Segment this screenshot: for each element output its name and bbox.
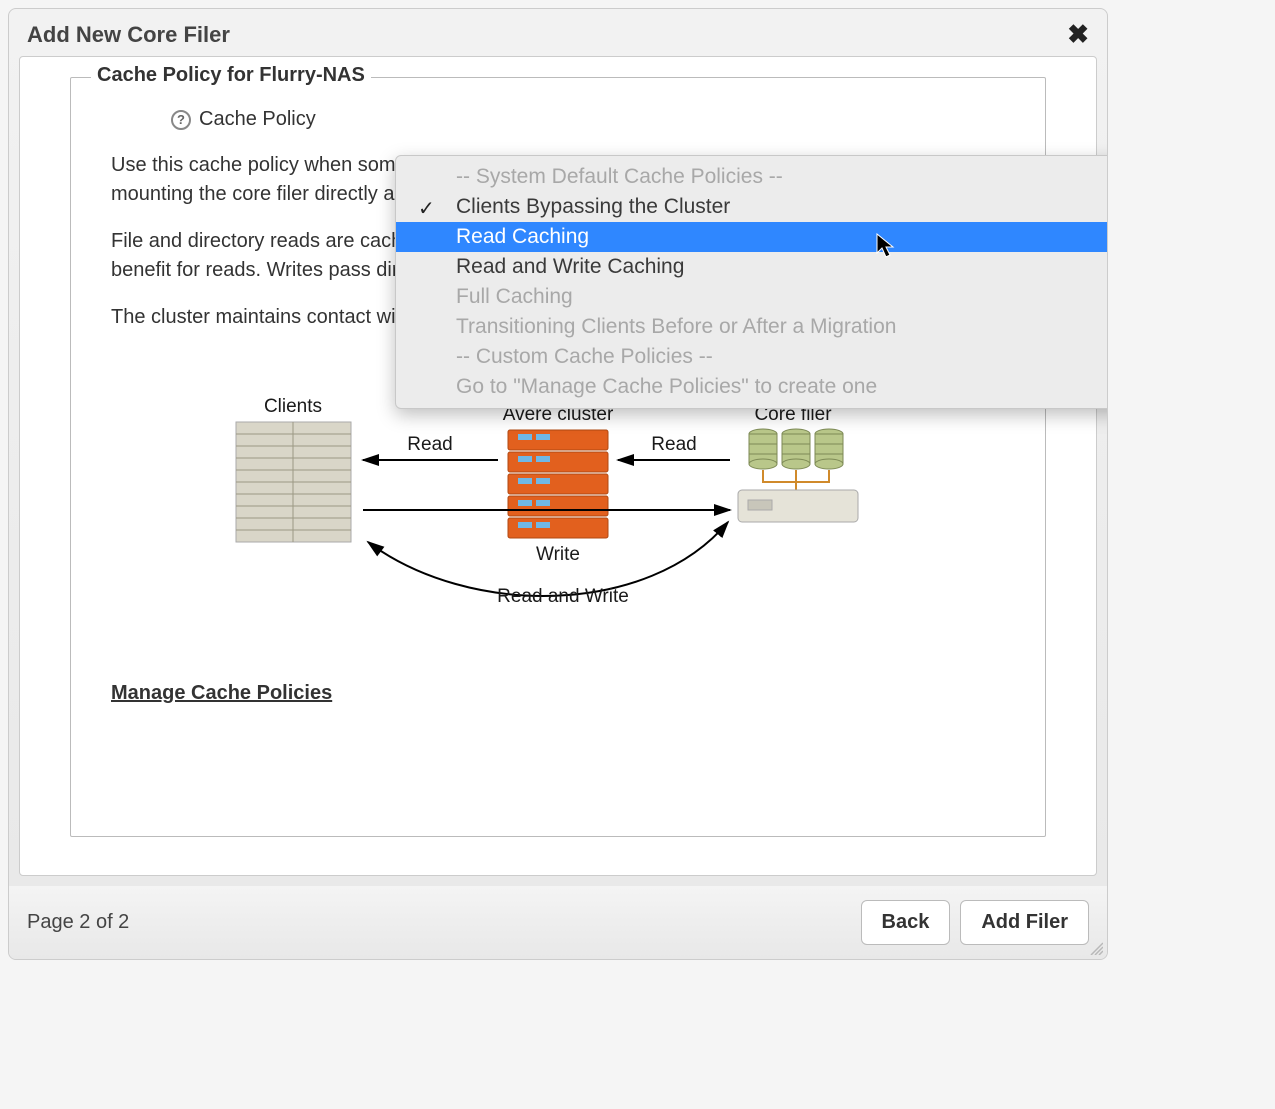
resize-grip-icon[interactable] xyxy=(1087,939,1103,955)
check-icon: ✓ xyxy=(418,196,435,221)
modal-footer: Page 2 of 2 Back Add Filer xyxy=(9,886,1107,959)
dropdown-option-full-caching: Full Caching xyxy=(396,282,1108,312)
dropdown-option-read-write-caching[interactable]: Read and Write Caching xyxy=(396,252,1108,282)
dropdown-header-custom: -- Custom Cache Policies -- xyxy=(396,342,1108,372)
dropdown-option-bypass[interactable]: ✓ Clients Bypassing the Cluster xyxy=(396,192,1108,222)
clients-label: Clients xyxy=(264,396,322,417)
modal-body: Cache Policy for Flurry-NAS ? Cache Poli… xyxy=(19,56,1097,876)
cache-policy-dropdown[interactable]: -- System Default Cache Policies -- ✓ Cl… xyxy=(395,155,1108,409)
avere-cluster-icon xyxy=(508,430,608,538)
fieldset-legend: Cache Policy for Flurry-NAS xyxy=(91,64,371,87)
modal-header: Add New Core Filer ✖ xyxy=(9,9,1107,56)
page-indicator: Page 2 of 2 xyxy=(27,911,129,934)
cache-policy-row: ? Cache Policy xyxy=(171,108,1005,131)
clients-icon xyxy=(236,422,351,542)
core-filer-icon xyxy=(738,429,858,522)
dropdown-option-transitioning: Transitioning Clients Before or After a … xyxy=(396,312,1108,342)
modal-title: Add New Core Filer xyxy=(27,22,230,48)
help-icon[interactable]: ? xyxy=(171,110,191,130)
readwrite-label: Read and Write xyxy=(497,586,629,607)
cache-policy-label: Cache Policy xyxy=(199,108,316,131)
read-right-label: Read xyxy=(651,434,696,455)
add-filer-button[interactable]: Add Filer xyxy=(960,900,1089,945)
dropdown-header-system: -- System Default Cache Policies -- xyxy=(396,162,1108,192)
close-icon[interactable]: ✖ xyxy=(1067,19,1089,50)
dropdown-option-read-caching[interactable]: Read Caching xyxy=(396,222,1108,252)
write-label: Write xyxy=(536,544,580,565)
dropdown-option-goto-manage: Go to "Manage Cache Policies" to create … xyxy=(396,372,1108,402)
cache-flow-diagram: Clients xyxy=(218,382,898,642)
read-left-label: Read xyxy=(407,434,452,455)
manage-cache-policies-link[interactable]: Manage Cache Policies xyxy=(111,682,332,705)
add-core-filer-modal: Add New Core Filer ✖ Cache Policy for Fl… xyxy=(8,8,1108,960)
back-button[interactable]: Back xyxy=(861,900,951,945)
